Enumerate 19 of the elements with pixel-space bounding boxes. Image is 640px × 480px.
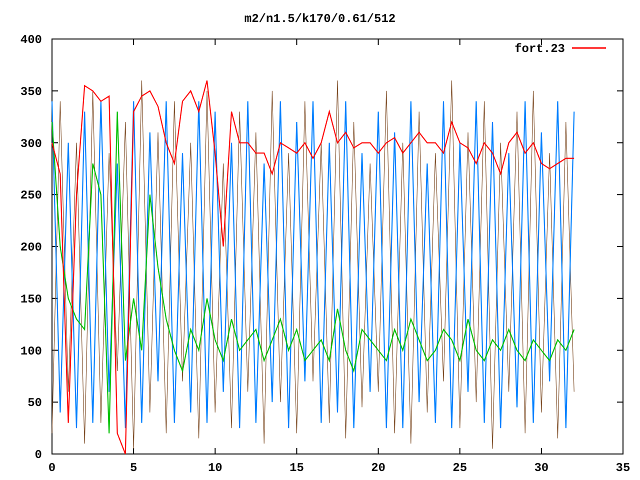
- x-tick-label: 15: [290, 461, 304, 475]
- y-tick-label: 150: [20, 292, 42, 306]
- y-tick-label: 50: [28, 396, 42, 410]
- y-tick-label: 100: [20, 344, 42, 358]
- x-tick-label: 0: [48, 461, 56, 475]
- y-tick-label: 300: [20, 136, 42, 151]
- x-tick-label: 35: [616, 461, 630, 475]
- y-tick-label: 350: [20, 84, 42, 99]
- x-tick-label: 10: [208, 461, 222, 475]
- y-tick-label: 400: [20, 33, 42, 47]
- y-tick-label: 250: [20, 188, 42, 203]
- legend-label: fort.23: [514, 42, 565, 56]
- x-tick-label: 25: [452, 461, 468, 475]
- x-tick-label: 30: [534, 461, 549, 475]
- x-tick-label: 5: [130, 461, 138, 475]
- x-tick-label: 20: [371, 461, 386, 475]
- y-tick-label: 200: [20, 240, 42, 254]
- y-tick-label: 0: [34, 448, 42, 462]
- chart-title: m2/n1.5/k170/0.61/512: [244, 12, 396, 26]
